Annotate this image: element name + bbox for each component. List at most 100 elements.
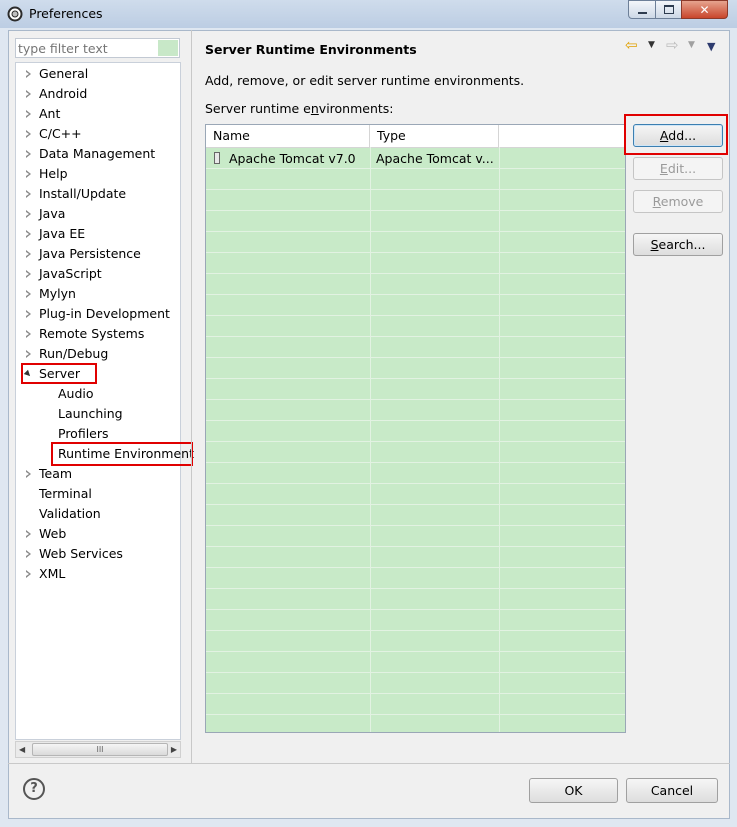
tree-item[interactable]: Plug-in Development [26, 304, 170, 324]
expand-arrow-icon[interactable] [26, 130, 31, 138]
tree-item[interactable]: Java [26, 204, 65, 224]
tree-item[interactable]: Team [26, 464, 72, 484]
table-row[interactable]: Apache Tomcat v7.0 Apache Tomcat v... [206, 148, 625, 169]
expand-arrow-icon[interactable] [26, 330, 31, 338]
expand-arrow-icon[interactable] [26, 70, 31, 78]
table-row[interactable] [206, 232, 625, 253]
tree-item[interactable]: Web [26, 524, 66, 544]
table-row[interactable] [206, 337, 625, 358]
scroll-right-arrow-icon[interactable]: ▶ [171, 745, 177, 754]
preference-tree[interactable]: General Android Ant C/C++ Data Management Hel… [15, 62, 194, 740]
tree-item[interactable]: Android [26, 84, 87, 104]
filter-field[interactable] [15, 38, 180, 58]
back-menu-icon[interactable]: ▼ [648, 40, 655, 50]
expand-arrow-icon[interactable] [26, 350, 31, 358]
scroll-left-arrow-icon[interactable]: ◀ [19, 745, 25, 754]
view-menu-icon[interactable]: ▼ [707, 40, 715, 53]
table-row[interactable] [206, 484, 625, 505]
table-row[interactable] [206, 631, 625, 652]
ok-button[interactable]: OK [529, 778, 618, 803]
cancel-button[interactable]: Cancel [626, 778, 718, 803]
tree-item[interactable]: C/C++ [26, 124, 82, 144]
minimize-icon [637, 11, 647, 14]
table-row[interactable] [206, 316, 625, 337]
expand-arrow-icon[interactable] [26, 190, 31, 198]
table-row[interactable] [206, 505, 625, 526]
table-row[interactable] [206, 211, 625, 232]
table-row[interactable] [206, 358, 625, 379]
expand-arrow-icon[interactable] [26, 530, 31, 538]
table-row[interactable] [206, 673, 625, 694]
tree-item[interactable]: Remote Systems [26, 324, 144, 344]
expand-arrow-icon[interactable] [26, 470, 31, 478]
clear-filter-icon[interactable] [158, 40, 178, 56]
table-row[interactable] [206, 463, 625, 484]
table-row[interactable] [206, 589, 625, 610]
column-header-name[interactable]: Name [206, 125, 370, 147]
tree-item[interactable]: Validation [39, 504, 101, 524]
forward-menu-icon[interactable]: ▼ [688, 40, 695, 50]
table-row[interactable] [206, 547, 625, 568]
expand-arrow-icon[interactable] [26, 210, 31, 218]
table-row[interactable] [206, 568, 625, 589]
tree-item[interactable]: Run/Debug [26, 344, 108, 364]
table-row[interactable] [206, 442, 625, 463]
tree-item[interactable]: Ant [26, 104, 60, 124]
expand-arrow-icon[interactable] [26, 550, 31, 558]
title-bar[interactable] [0, 0, 737, 28]
close-button[interactable]: ✕ [681, 0, 728, 19]
add-button[interactable]: Add... [633, 124, 723, 147]
remove-button[interactable]: Remove [633, 190, 723, 213]
tree-item[interactable]: Java EE [26, 224, 85, 244]
table-row[interactable] [206, 190, 625, 211]
tree-item[interactable]: Data Management [26, 144, 155, 164]
table-row[interactable] [206, 526, 625, 547]
table-row[interactable] [206, 694, 625, 715]
expand-arrow-icon[interactable] [26, 230, 31, 238]
table-row[interactable] [206, 274, 625, 295]
tree-item[interactable]: JavaScript [26, 264, 102, 284]
expand-arrow-icon[interactable] [26, 170, 31, 178]
panel-divider[interactable] [191, 30, 192, 763]
tree-item[interactable]: General [26, 64, 88, 84]
edit-button[interactable]: Edit... [633, 157, 723, 180]
tree-item[interactable]: Audio [58, 384, 94, 404]
tree-item[interactable]: Help [26, 164, 68, 184]
table-row[interactable] [206, 169, 625, 190]
expand-arrow-icon[interactable] [26, 270, 31, 278]
expand-arrow-icon[interactable] [26, 250, 31, 258]
table-row[interactable] [206, 379, 625, 400]
tree-item[interactable]: Launching [58, 404, 123, 424]
table-row[interactable] [206, 652, 625, 673]
column-header-type[interactable]: Type [370, 125, 499, 147]
expand-arrow-icon[interactable] [26, 110, 31, 118]
forward-arrow-icon[interactable]: ⇨ [666, 36, 679, 54]
expand-arrow-icon[interactable] [26, 290, 31, 298]
runtime-table[interactable]: Name Type Apache Tomcat v7.0 Apache Tomca… [205, 124, 626, 733]
expand-arrow-icon[interactable] [26, 90, 31, 98]
table-row[interactable] [206, 715, 625, 732]
scrollbar-thumb[interactable]: III [32, 743, 168, 756]
tree-item[interactable]: Web Services [26, 544, 123, 564]
back-arrow-icon[interactable]: ⇦ [625, 36, 638, 54]
tree-item[interactable]: Terminal [39, 484, 92, 504]
minimize-button[interactable] [628, 0, 656, 19]
expand-arrow-icon[interactable] [26, 310, 31, 318]
table-row[interactable] [206, 295, 625, 316]
tree-item[interactable]: Mylyn [26, 284, 76, 304]
filter-input[interactable] [18, 40, 156, 56]
table-row[interactable] [206, 421, 625, 442]
table-row[interactable] [206, 400, 625, 421]
tree-item[interactable]: Install/Update [26, 184, 126, 204]
table-row[interactable] [206, 253, 625, 274]
expand-arrow-icon[interactable] [26, 570, 31, 578]
tree-horizontal-scrollbar[interactable]: ◀ III ▶ [15, 741, 181, 758]
maximize-button[interactable] [655, 0, 682, 19]
expand-arrow-icon[interactable] [26, 150, 31, 158]
help-icon[interactable]: ? [23, 778, 45, 800]
tree-item[interactable]: Profilers [58, 424, 109, 444]
table-row[interactable] [206, 610, 625, 631]
search-button[interactable]: Search... [633, 233, 723, 256]
tree-item[interactable]: XML [26, 564, 65, 584]
tree-item[interactable]: Java Persistence [26, 244, 141, 264]
